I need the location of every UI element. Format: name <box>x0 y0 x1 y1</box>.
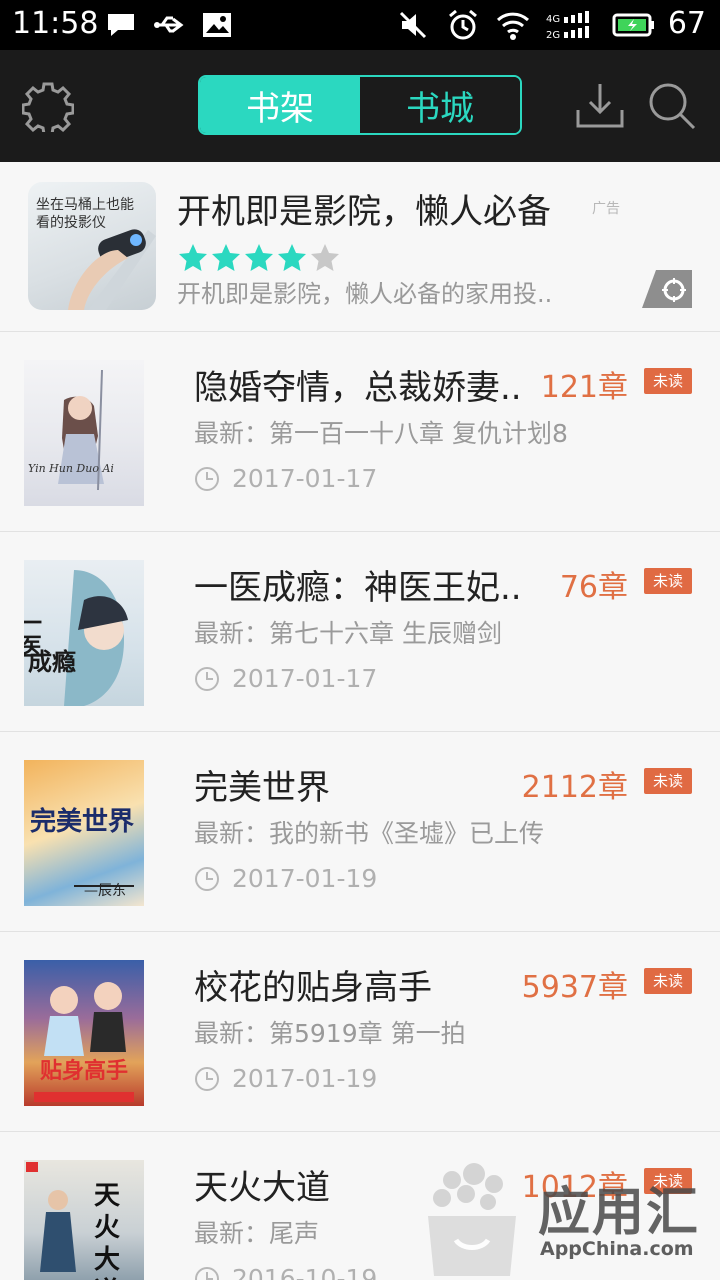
tab-bookshelf[interactable]: 书架 <box>200 77 360 133</box>
watermark-name: 应用汇 <box>538 1183 701 1243</box>
book-list: 坐在马桶上也能看的投影仪 开机即是影院，懒人必备 广告 开机即是影院，懒人必备的… <box>0 162 720 1280</box>
update-date: 2017-01-19 <box>232 1064 378 1093</box>
cover-art: 完美世界 —辰东 <box>30 806 134 899</box>
unread-badge: 未读 <box>644 968 692 994</box>
clock-icon <box>195 1066 219 1091</box>
book-item[interactable]: 一医 成瘾 一医成瘾：神医王妃.. 76章 未读 最新：第七十六章 生辰赠剑 2… <box>0 532 720 732</box>
unread-badge: 未读 <box>644 368 692 394</box>
chapter-count: 5937章 <box>521 970 628 1005</box>
book-item[interactable]: 完美世界 —辰东 完美世界 2112章 未读 最新：我的新书《圣墟》已上传 20… <box>0 732 720 932</box>
chapter-count: 76章 <box>559 570 628 605</box>
update-date: 2017-01-19 <box>232 864 378 893</box>
book-title: 隐婚夺情，总裁娇妻.. <box>194 368 522 408</box>
status-bar: 11:58 4G 2G 67 <box>0 0 720 50</box>
book-title: 校花的贴身高手 <box>194 968 432 1008</box>
svg-text:贴身高手: 贴身高手 <box>40 1058 128 1084</box>
book-item[interactable]: Yin Hun Duo Ai 隐婚夺情，总裁娇妻.. 121章 未读 最新：第一… <box>0 332 720 532</box>
svg-text:Yin Hun Duo Ai: Yin Hun Duo Ai <box>28 462 114 475</box>
star-filled-icon <box>212 244 240 271</box>
ad-item[interactable]: 坐在马桶上也能看的投影仪 开机即是影院，懒人必备 广告 开机即是影院，懒人必备的… <box>0 162 720 332</box>
watermark-url: AppChina.com <box>540 1238 694 1260</box>
svg-text:—辰东: —辰东 <box>84 883 126 899</box>
search-icon[interactable] <box>646 80 698 132</box>
settings-gear-icon[interactable] <box>22 80 74 132</box>
svg-text:火: 火 <box>94 1213 120 1243</box>
latest-chapter: 最新：第一百一十八章 复仇计划8 <box>194 419 568 448</box>
battery-percent: 67 <box>667 6 706 41</box>
cover-art: 贴身高手 <box>34 982 134 1102</box>
book-item[interactable]: 贴身高手 校花的贴身高手 5937章 未读 最新：第5919章 第一拍 2017… <box>0 932 720 1132</box>
status-time: 11:58 <box>12 6 99 41</box>
svg-text:大: 大 <box>94 1245 120 1275</box>
book-cover: 天 火 大 道 <box>24 1160 144 1280</box>
ad-rating <box>178 242 340 272</box>
book-cover: 一医 成瘾 <box>24 560 144 706</box>
svg-text:4G: 4G <box>546 14 560 25</box>
projector-image <box>68 229 156 310</box>
svg-text:2G: 2G <box>546 30 560 41</box>
latest-chapter: 最新：第七十六章 生辰赠剑 <box>194 619 502 648</box>
mute-icon <box>399 11 427 39</box>
book-title: 完美世界 <box>194 768 330 808</box>
book-title: 一医成瘾：神医王妃.. <box>194 568 522 608</box>
top-nav-bar: 书架 书城 <box>0 50 720 162</box>
star-filled-icon <box>245 244 273 271</box>
ad-description: 开机即是影院，懒人必备的家用投.. <box>177 280 553 308</box>
ad-tag: 广告 <box>592 201 620 217</box>
latest-chapter: 最新：尾声 <box>194 1219 320 1248</box>
update-date: 2016-10-19 <box>232 1264 378 1280</box>
clock-icon <box>195 466 219 491</box>
star-empty-icon <box>311 244 339 271</box>
alarm-icon <box>449 9 477 40</box>
signal-icon: 4G2G <box>546 11 589 41</box>
chapter-count: 2112章 <box>521 770 628 805</box>
wifi-icon <box>496 12 530 40</box>
appchina-watermark: 应用汇 AppChina.com <box>420 1150 720 1280</box>
cover-art: 一医 成瘾 <box>24 570 128 706</box>
latest-chapter: 最新：第5919章 第一拍 <box>194 1019 466 1048</box>
book-title: 天火大道 <box>194 1168 330 1208</box>
bookshelf-store-toggle: 书架 书城 <box>198 75 522 135</box>
book-cover: Yin Hun Duo Ai <box>24 360 144 506</box>
clock-icon <box>195 666 219 691</box>
usb-icon <box>154 16 184 33</box>
clock-icon <box>195 1266 219 1280</box>
update-date: 2017-01-17 <box>232 464 378 493</box>
appchina-bag-icon <box>428 1163 516 1276</box>
chapter-count: 121章 <box>540 370 628 405</box>
star-filled-icon <box>179 244 207 271</box>
svg-text:成瘾: 成瘾 <box>28 647 76 676</box>
tab-bookstore[interactable]: 书城 <box>360 77 520 133</box>
latest-chapter: 最新：我的新书《圣墟》已上传 <box>194 819 545 848</box>
svg-text:道: 道 <box>94 1276 120 1280</box>
download-icon[interactable] <box>574 80 626 132</box>
star-filled-icon <box>278 244 306 271</box>
battery-icon <box>612 13 654 37</box>
clock-icon <box>195 866 219 891</box>
cover-art: Yin Hun Duo Ai <box>28 369 114 491</box>
ad-thumbnail: 坐在马桶上也能看的投影仪 <box>28 182 156 310</box>
unread-badge: 未读 <box>644 568 692 594</box>
unread-badge: 未读 <box>644 768 692 794</box>
ad-download-badge-icon[interactable] <box>642 270 692 308</box>
message-icon <box>108 14 134 36</box>
svg-text:完美世界: 完美世界 <box>30 806 134 837</box>
image-icon <box>203 13 231 37</box>
ad-title: 开机即是影院，懒人必备 <box>177 192 551 232</box>
cover-art: 天 火 大 道 <box>26 1162 120 1280</box>
svg-text:天: 天 <box>94 1181 120 1211</box>
book-cover: 完美世界 —辰东 <box>24 760 144 906</box>
book-cover: 贴身高手 <box>24 960 144 1106</box>
update-date: 2017-01-17 <box>232 664 378 693</box>
